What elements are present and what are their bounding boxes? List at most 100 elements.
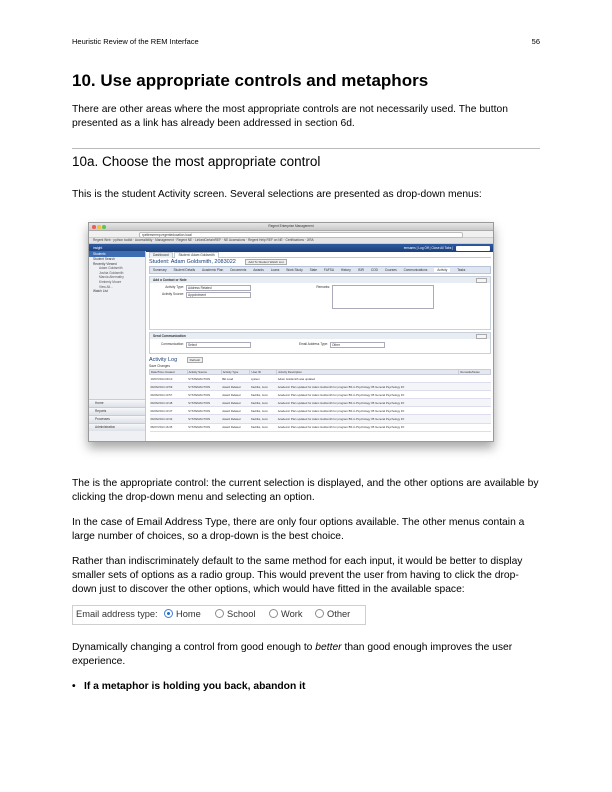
intro-paragraph: There are other areas where the most app… bbox=[72, 104, 508, 129]
subsection-title: 10a. Choose the most appropriate control bbox=[72, 154, 321, 169]
sidebar: Students Student Search Recently Viewed … bbox=[89, 251, 146, 441]
radio-group-label: Email address type: bbox=[76, 609, 158, 619]
window-title: Regent Enterprise Management bbox=[268, 224, 314, 228]
running-header: Heuristic Review of the REM Interface bbox=[72, 37, 199, 46]
subtab: Summary bbox=[153, 268, 167, 272]
table-cell: SYSTEMACTION bbox=[187, 374, 222, 384]
top-tabs: Dashboard Student: Adam Goldsmith bbox=[149, 251, 491, 258]
remarks-label: Remarks: bbox=[316, 285, 330, 289]
subtab: Academic Plan bbox=[202, 268, 224, 272]
subtab: Student Details bbox=[173, 268, 196, 272]
url-field: rpeliemmrmp.regentedu­cation.local bbox=[139, 232, 463, 238]
divider bbox=[72, 148, 540, 149]
add-contact-button bbox=[476, 278, 487, 283]
table-cell: 09/26/2014 13:48 bbox=[149, 398, 188, 408]
table-cell: Adam Goldsmith was updated bbox=[276, 374, 459, 384]
sidebar-item: Watch List bbox=[93, 289, 108, 294]
page-number: 56 bbox=[531, 37, 540, 46]
contact-panel-title: Add a Contact or Note bbox=[150, 277, 490, 283]
table-cell bbox=[458, 398, 491, 408]
table-cell: SYSTEMACTION bbox=[187, 406, 222, 416]
table-cell: Academic Plan updated for Adam Goldsmith… bbox=[276, 398, 459, 408]
table-cell: SYSTEMACTION bbox=[187, 390, 222, 400]
subtab: Loans bbox=[270, 268, 280, 272]
table-cell: Kadriks, Jenn bbox=[249, 398, 277, 408]
bullet-text: If a metaphor is holding you back, aband… bbox=[84, 681, 306, 692]
table-cell: Award Related bbox=[221, 406, 250, 416]
para-dynamic-text: Dynamically changing a control from good… bbox=[72, 642, 316, 653]
bullet-item: • If a metaphor is holding you back, aban… bbox=[72, 681, 305, 692]
table-cell bbox=[458, 390, 491, 400]
table-row: 08/27/2014 16:35 SYSTEMACTION Award Relate… bbox=[149, 423, 491, 432]
radio-option-school[interactable]: School bbox=[215, 609, 255, 619]
table-cell: Kadriks, Jenn bbox=[249, 382, 277, 392]
table-cell bbox=[458, 374, 491, 384]
table-cell: Academic Plan updated for Adam Goldsmith… bbox=[276, 414, 459, 424]
table-cell: system bbox=[249, 374, 277, 384]
activity-screen-screenshot: Regent Enterprise Management rpeliemmrmp… bbox=[88, 222, 494, 442]
radio-option-label: Other bbox=[327, 609, 351, 619]
subtab: State bbox=[309, 268, 318, 272]
radio-option-label: Home bbox=[176, 609, 201, 619]
activity-type-select: Address Related bbox=[186, 285, 251, 291]
para-dynamic-emphasis: better bbox=[315, 642, 342, 653]
table-row: 09/26/2014 13:59 SYSTEMACTION Award Relate… bbox=[149, 382, 491, 392]
radio-option-work[interactable]: Work bbox=[269, 609, 303, 619]
subtab: ISIR bbox=[357, 268, 364, 272]
radio-option-label: School bbox=[227, 609, 256, 619]
add-communication-button bbox=[476, 334, 487, 339]
radio-unselected-icon bbox=[215, 609, 224, 618]
subtab: Awards bbox=[253, 268, 264, 272]
subtab: History bbox=[340, 268, 351, 272]
bullet-icon: • bbox=[72, 681, 76, 692]
table-cell: Award Related bbox=[221, 382, 250, 392]
sidebar-nav-administration: Administration bbox=[89, 423, 145, 431]
table-cell bbox=[458, 423, 491, 432]
subtab: Documents bbox=[230, 268, 247, 272]
table-cell: Academic Plan updated for Adam Goldsmith… bbox=[276, 423, 459, 432]
lead-paragraph: This is the student Activity screen. Sev… bbox=[72, 189, 482, 200]
para-email-type: In the case of Email Address Type, there… bbox=[72, 517, 525, 542]
table-cell: Academic Plan updated for Adam Goldsmith… bbox=[276, 406, 459, 416]
subtab: COD bbox=[370, 268, 378, 272]
table-cell: Kadriks, Jenn bbox=[249, 414, 277, 424]
app-search-input bbox=[456, 245, 490, 251]
subtab: FAFSA bbox=[323, 268, 335, 272]
activity-log-table: Date/Time Created Activity Source Activi… bbox=[149, 369, 491, 432]
table-cell: SYSTEMACTION bbox=[187, 398, 222, 408]
contact-panel: Add a Contact or Note Activity Type: Add… bbox=[149, 276, 491, 330]
table-cell bbox=[458, 406, 491, 416]
activity-source-select: Appointment bbox=[186, 292, 251, 298]
table-cell: Academic Plan updated for Adam Goldsmith… bbox=[276, 390, 459, 400]
table-cell: SYSTEMACTION bbox=[187, 382, 222, 392]
communication-panel-title: Send Communication bbox=[150, 333, 490, 339]
radio-option-label: Work bbox=[281, 609, 303, 619]
table-cell: Award Related bbox=[221, 414, 250, 424]
table-cell: Award Related bbox=[221, 398, 250, 408]
radio-unselected-icon bbox=[315, 609, 324, 618]
communication-select: Select bbox=[186, 342, 251, 348]
communication-panel: Send Communication Communication: Select… bbox=[149, 332, 491, 354]
radio-selected-icon bbox=[164, 609, 173, 618]
main-content: Dashboard Student: Adam Goldsmith Studen… bbox=[149, 251, 491, 441]
table-cell: 09/26/2014 13:47 bbox=[149, 406, 188, 416]
radio-option-home[interactable]: Home bbox=[164, 609, 201, 619]
email-type-select: Other bbox=[330, 342, 385, 348]
subtab: Tasks bbox=[457, 268, 466, 272]
table-row: 09/26/2014 13:48 SYSTEMACTION Award Relate… bbox=[149, 398, 491, 408]
subtab: Work Study bbox=[286, 268, 303, 272]
table-cell: Kadriks, Jenn bbox=[249, 390, 277, 400]
subtab-activity: Activity bbox=[434, 268, 451, 272]
student-heading: Student: Adam Goldsmith, 2083022 Add To … bbox=[149, 258, 491, 266]
section-title: 10. Use appropriate controls and metapho… bbox=[72, 71, 429, 90]
communication-label: Communication: bbox=[160, 342, 184, 346]
table-row: 09/26/2014 13:32 SYSTEMACTION Award Relate… bbox=[149, 414, 491, 424]
table-row: 09/26/2014 13:47 SYSTEMACTION Award Relate… bbox=[149, 406, 491, 416]
table-cell bbox=[458, 414, 491, 424]
app-logo: insight bbox=[93, 246, 103, 250]
sidebar-nav-processes: Processes bbox=[89, 415, 145, 423]
radio-option-other[interactable]: Other bbox=[315, 609, 350, 619]
table-cell: Kadriks, Jenn bbox=[249, 406, 277, 416]
table-cell: 08/27/2014 16:35 bbox=[149, 423, 188, 432]
table-cell: SYSTEMACTION bbox=[187, 423, 222, 432]
